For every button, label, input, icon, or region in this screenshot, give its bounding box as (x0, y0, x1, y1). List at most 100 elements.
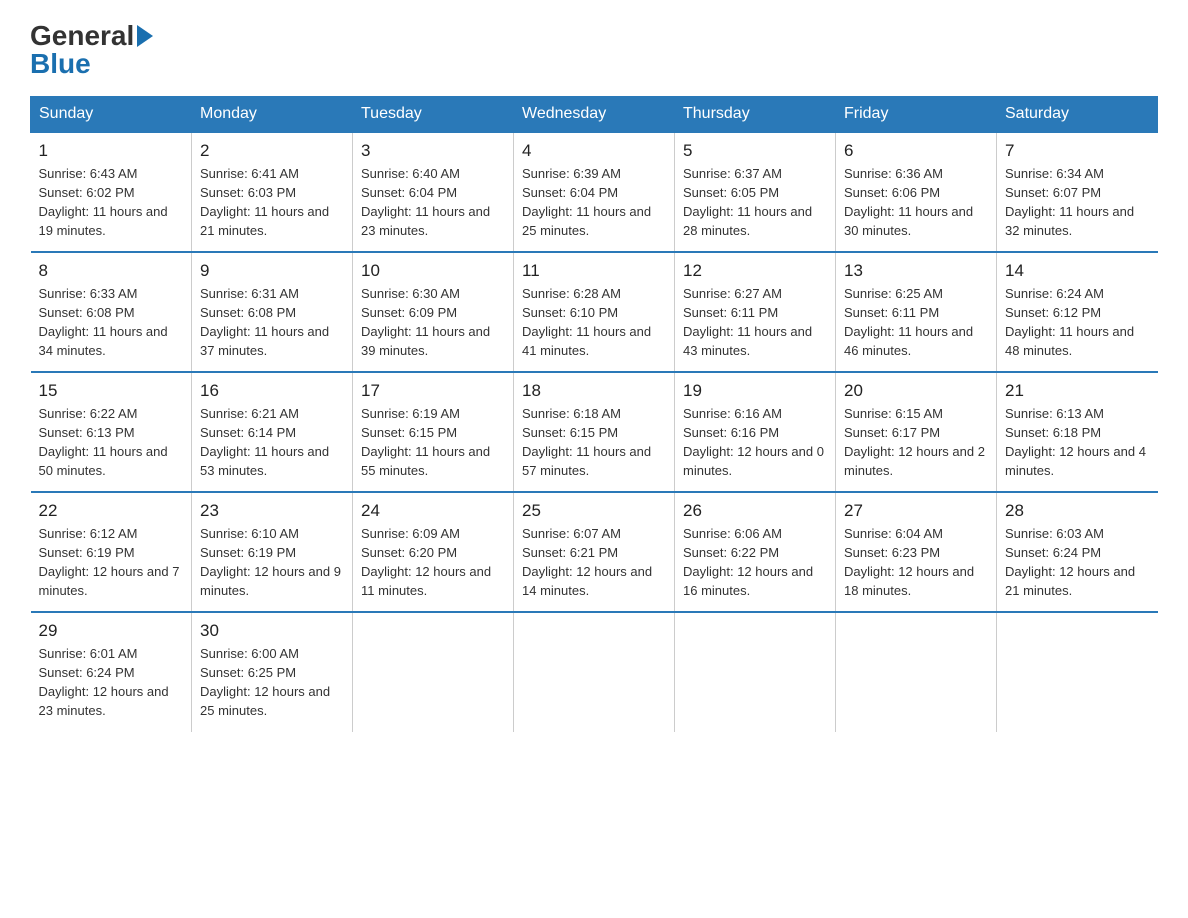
day-info: Sunrise: 6:15 AMSunset: 6:17 PMDaylight:… (844, 405, 988, 480)
day-info: Sunrise: 6:07 AMSunset: 6:21 PMDaylight:… (522, 525, 666, 600)
day-number: 9 (200, 261, 344, 281)
calendar-cell: 3Sunrise: 6:40 AMSunset: 6:04 PMDaylight… (353, 132, 514, 252)
day-number: 22 (39, 501, 184, 521)
day-info: Sunrise: 6:16 AMSunset: 6:16 PMDaylight:… (683, 405, 827, 480)
calendar-cell: 7 Sunrise: 6:34 AMSunset: 6:07 PMDaylight… (997, 132, 1158, 252)
day-number: 3 (361, 141, 505, 161)
calendar-cell: 17 Sunrise: 6:19 AMSunset: 6:15 PMDayligh… (353, 372, 514, 492)
calendar-cell: 10 Sunrise: 6:30 AMSunset: 6:09 PMDayligh… (353, 252, 514, 372)
header-day-friday: Friday (836, 97, 997, 133)
logo-area: General Blue (30, 20, 156, 80)
day-info: Sunrise: 6:36 AMSunset: 6:06 PMDaylight:… (844, 165, 988, 240)
day-number: 17 (361, 381, 505, 401)
calendar-cell: 11Sunrise: 6:28 AMSunset: 6:10 PMDayligh… (514, 252, 675, 372)
calendar-cell: 27 Sunrise: 6:04 AMSunset: 6:23 PMDayligh… (836, 492, 997, 612)
day-info: Sunrise: 6:43 AMSunset: 6:02 PMDaylight:… (39, 165, 184, 240)
calendar-week-row: 8Sunrise: 6:33 AMSunset: 6:08 PMDaylight… (31, 252, 1158, 372)
day-info: Sunrise: 6:18 AMSunset: 6:15 PMDaylight:… (522, 405, 666, 480)
page-header: General Blue (30, 20, 1158, 80)
day-info: Sunrise: 6:00 AMSunset: 6:25 PMDaylight:… (200, 645, 344, 720)
calendar-cell: 12 Sunrise: 6:27 AMSunset: 6:11 PMDayligh… (675, 252, 836, 372)
calendar-cell: 14 Sunrise: 6:24 AMSunset: 6:12 PMDayligh… (997, 252, 1158, 372)
day-number: 1 (39, 141, 184, 161)
day-info: Sunrise: 6:24 AMSunset: 6:12 PMDaylight:… (1005, 285, 1150, 360)
day-info: Sunrise: 6:33 AMSunset: 6:08 PMDaylight:… (39, 285, 184, 360)
day-number: 16 (200, 381, 344, 401)
day-number: 27 (844, 501, 988, 521)
calendar-cell: 26Sunrise: 6:06 AMSunset: 6:22 PMDayligh… (675, 492, 836, 612)
day-info: Sunrise: 6:30 AMSunset: 6:09 PMDaylight:… (361, 285, 505, 360)
day-info: Sunrise: 6:41 AMSunset: 6:03 PMDaylight:… (200, 165, 344, 240)
day-number: 25 (522, 501, 666, 521)
calendar-cell: 15 Sunrise: 6:22 AMSunset: 6:13 PMDayligh… (31, 372, 192, 492)
calendar-cell: 19 Sunrise: 6:16 AMSunset: 6:16 PMDayligh… (675, 372, 836, 492)
header-day-tuesday: Tuesday (353, 97, 514, 133)
day-info: Sunrise: 6:28 AMSunset: 6:10 PMDaylight:… (522, 285, 666, 360)
day-number: 19 (683, 381, 827, 401)
day-info: Sunrise: 6:19 AMSunset: 6:15 PMDaylight:… (361, 405, 505, 480)
logo-blue-part: Blue (30, 48, 91, 80)
day-number: 12 (683, 261, 827, 281)
calendar-cell: 16 Sunrise: 6:21 AMSunset: 6:14 PMDayligh… (192, 372, 353, 492)
day-number: 6 (844, 141, 988, 161)
day-info: Sunrise: 6:03 AMSunset: 6:24 PMDaylight:… (1005, 525, 1150, 600)
calendar-week-row: 29 Sunrise: 6:01 AMSunset: 6:24 PMDayligh… (31, 612, 1158, 732)
calendar-cell: 13Sunrise: 6:25 AMSunset: 6:11 PMDayligh… (836, 252, 997, 372)
day-number: 29 (39, 621, 184, 641)
day-info: Sunrise: 6:22 AMSunset: 6:13 PMDaylight:… (39, 405, 184, 480)
header-day-sunday: Sunday (31, 97, 192, 133)
day-info: Sunrise: 6:31 AMSunset: 6:08 PMDaylight:… (200, 285, 344, 360)
day-info: Sunrise: 6:27 AMSunset: 6:11 PMDaylight:… (683, 285, 827, 360)
calendar-cell: 22 Sunrise: 6:12 AMSunset: 6:19 PMDayligh… (31, 492, 192, 612)
day-number: 10 (361, 261, 505, 281)
day-info: Sunrise: 6:37 AMSunset: 6:05 PMDaylight:… (683, 165, 827, 240)
day-number: 15 (39, 381, 184, 401)
calendar-cell: 20 Sunrise: 6:15 AMSunset: 6:17 PMDayligh… (836, 372, 997, 492)
calendar-cell: 9 Sunrise: 6:31 AMSunset: 6:08 PMDaylight… (192, 252, 353, 372)
day-number: 4 (522, 141, 666, 161)
logo-bottom: Blue (30, 48, 91, 80)
calendar-cell (997, 612, 1158, 732)
calendar-cell (353, 612, 514, 732)
calendar-cell: 30 Sunrise: 6:00 AMSunset: 6:25 PMDayligh… (192, 612, 353, 732)
calendar-cell: 24Sunrise: 6:09 AMSunset: 6:20 PMDayligh… (353, 492, 514, 612)
calendar-cell: 1 Sunrise: 6:43 AMSunset: 6:02 PMDaylight… (31, 132, 192, 252)
day-number: 5 (683, 141, 827, 161)
calendar-cell: 25 Sunrise: 6:07 AMSunset: 6:21 PMDayligh… (514, 492, 675, 612)
header-day-thursday: Thursday (675, 97, 836, 133)
calendar-cell: 6 Sunrise: 6:36 AMSunset: 6:06 PMDaylight… (836, 132, 997, 252)
calendar-cell (836, 612, 997, 732)
day-info: Sunrise: 6:04 AMSunset: 6:23 PMDaylight:… (844, 525, 988, 600)
day-number: 14 (1005, 261, 1150, 281)
calendar-cell: 21 Sunrise: 6:13 AMSunset: 6:18 PMDayligh… (997, 372, 1158, 492)
day-number: 20 (844, 381, 988, 401)
calendar-cell: 2 Sunrise: 6:41 AMSunset: 6:03 PMDaylight… (192, 132, 353, 252)
day-info: Sunrise: 6:39 AMSunset: 6:04 PMDaylight:… (522, 165, 666, 240)
calendar-cell: 23Sunrise: 6:10 AMSunset: 6:19 PMDayligh… (192, 492, 353, 612)
day-number: 13 (844, 261, 988, 281)
header-day-wednesday: Wednesday (514, 97, 675, 133)
calendar-cell: 29 Sunrise: 6:01 AMSunset: 6:24 PMDayligh… (31, 612, 192, 732)
day-number: 21 (1005, 381, 1150, 401)
day-info: Sunrise: 6:09 AMSunset: 6:20 PMDaylight:… (361, 525, 505, 600)
day-info: Sunrise: 6:01 AMSunset: 6:24 PMDaylight:… (39, 645, 184, 720)
calendar-cell (514, 612, 675, 732)
day-info: Sunrise: 6:13 AMSunset: 6:18 PMDaylight:… (1005, 405, 1150, 480)
logo-container: General Blue (30, 20, 156, 80)
logo-triangle-icon (137, 25, 153, 47)
header-day-saturday: Saturday (997, 97, 1158, 133)
day-number: 2 (200, 141, 344, 161)
day-number: 30 (200, 621, 344, 641)
day-number: 26 (683, 501, 827, 521)
calendar-week-row: 15 Sunrise: 6:22 AMSunset: 6:13 PMDayligh… (31, 372, 1158, 492)
calendar-cell (675, 612, 836, 732)
day-number: 7 (1005, 141, 1150, 161)
day-info: Sunrise: 6:12 AMSunset: 6:19 PMDaylight:… (39, 525, 184, 600)
calendar-cell: 5 Sunrise: 6:37 AMSunset: 6:05 PMDaylight… (675, 132, 836, 252)
day-info: Sunrise: 6:21 AMSunset: 6:14 PMDaylight:… (200, 405, 344, 480)
calendar-week-row: 22 Sunrise: 6:12 AMSunset: 6:19 PMDayligh… (31, 492, 1158, 612)
day-info: Sunrise: 6:10 AMSunset: 6:19 PMDaylight:… (200, 525, 344, 600)
calendar-header-row: SundayMondayTuesdayWednesdayThursdayFrid… (31, 97, 1158, 133)
calendar-cell: 8Sunrise: 6:33 AMSunset: 6:08 PMDaylight… (31, 252, 192, 372)
day-info: Sunrise: 6:34 AMSunset: 6:07 PMDaylight:… (1005, 165, 1150, 240)
